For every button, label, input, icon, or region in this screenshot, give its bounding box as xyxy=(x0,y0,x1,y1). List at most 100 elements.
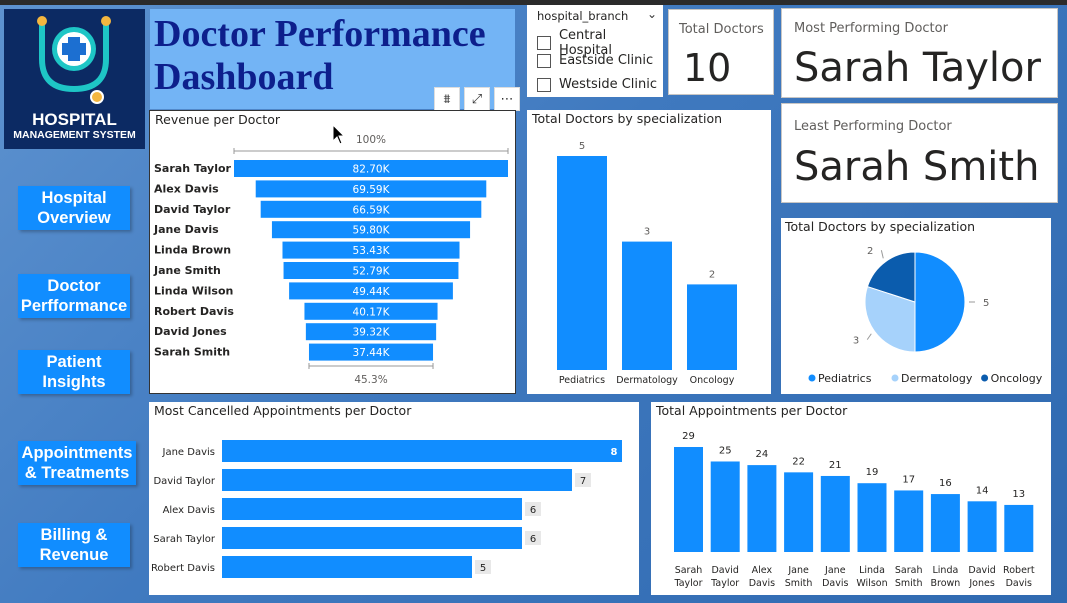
least-performing-card: Least Performing Doctor Sarah Smith xyxy=(781,103,1058,203)
appointments-category-label: Jane xyxy=(787,565,809,576)
slicer-item-eastside[interactable]: Eastside Clinic xyxy=(537,53,653,68)
funnel-data-label: 59.80K xyxy=(353,225,391,237)
pie-data-label: 3 xyxy=(853,336,859,347)
cancelled-category-label: David Taylor xyxy=(153,476,215,487)
nav-billing-revenue-button[interactable]: Billing & Revenue xyxy=(18,523,130,567)
specialization-bar-svg: 5 Pediatrics 3 Dermatology 2 Oncology xyxy=(557,141,737,386)
specialization-pie-svg: 5 3 2 Pediatrics Dermatology Oncology xyxy=(808,246,1043,385)
cancelled-category-label: Jane Davis xyxy=(162,447,215,458)
total-doctors-label: Total Doctors xyxy=(679,22,764,37)
slicer-title: hospital_branch xyxy=(537,9,629,23)
funnel-data-label: 49.44K xyxy=(353,286,391,298)
appointments-category-label: Robert xyxy=(1003,565,1035,576)
specialization-bar-card: Total Doctors by specialization 5 Pediatr… xyxy=(527,110,771,394)
spec-bar xyxy=(557,156,607,370)
funnel-data-label: 53.43K xyxy=(353,245,391,257)
appointments-category-label: Davis xyxy=(822,578,848,589)
cancelled-bar xyxy=(222,498,522,520)
spec-data-label: 3 xyxy=(644,227,650,238)
cancelled-category-label: Sarah Taylor xyxy=(153,534,216,545)
cancelled-bar xyxy=(222,527,522,549)
mouse-cursor-icon xyxy=(332,124,346,145)
nav-doctor-performance-button[interactable]: Doctor Perfformance xyxy=(18,274,130,318)
appointments-bar xyxy=(674,447,703,552)
filter-icon[interactable]: ⩩ xyxy=(434,87,460,111)
appointments-bar xyxy=(930,494,960,552)
cancelled-data-label: 6 xyxy=(530,534,536,545)
funnel-category-label: Sarah Taylor xyxy=(154,162,232,175)
appointments-data-label: 24 xyxy=(756,449,769,460)
spec-bar xyxy=(622,241,672,370)
appointments-category-label: Wilson xyxy=(856,578,887,589)
checkbox[interactable] xyxy=(537,77,551,92)
funnel-category-label: Linda Wilson xyxy=(154,284,233,297)
appointments-data-label: 22 xyxy=(792,456,805,467)
pie-leader xyxy=(866,333,872,340)
funnel-data-label: 66.59K xyxy=(353,204,391,216)
visual-header-icons: ⩩ ⤢ ⋯ xyxy=(434,87,520,111)
revenue-funnel-svg: 100% 82.70K Sarah Taylor 69.59K Alex Davis 66… xyxy=(153,134,509,386)
legend-dot xyxy=(981,374,989,382)
cancelled-category-label: Robert Davis xyxy=(151,563,215,574)
appointments-bar xyxy=(1004,504,1034,552)
logo-line2: MANAGEMENT SYSTEM xyxy=(13,129,136,141)
checkbox[interactable] xyxy=(537,36,551,50)
appointments-data-label: 29 xyxy=(682,431,695,442)
nav-patient-insights-button[interactable]: Patient Insights xyxy=(18,350,130,394)
checkbox[interactable] xyxy=(537,53,551,68)
legend-label: Dermatology xyxy=(901,372,973,385)
nav-hospital-overview-button[interactable]: Hospital Overview xyxy=(18,186,130,230)
appointments-bar xyxy=(747,465,777,552)
appointments-category-label: Smith xyxy=(785,578,813,589)
funnel-category-label: Linda Brown xyxy=(154,244,231,257)
funnel-category-label: Jane Davis xyxy=(153,223,219,236)
appointments-data-label: 14 xyxy=(976,485,989,496)
least-performing-value: Sarah Smith xyxy=(794,144,1040,190)
spec-category-label: Oncology xyxy=(690,375,735,386)
appointments-category-label: Linda xyxy=(932,565,958,576)
appointments-category-label: Alex xyxy=(752,565,773,576)
cancelled-bar xyxy=(222,440,622,462)
appointments-category-label: David xyxy=(968,565,995,576)
funnel-category-label: Alex Davis xyxy=(154,182,219,195)
appointments-bar xyxy=(894,490,924,552)
cancelled-bar-svg: Jane Davis 8 David Taylor 7 Alex Davis 6 Sarah… xyxy=(151,440,622,578)
total-doctors-value: 10 xyxy=(683,46,732,90)
branch-slicer: hospital_branch ⌄ Central Hospital Easts… xyxy=(527,5,663,97)
appointments-bar-svg: 29 Sarah Taylor 25 David Taylor 24 Alex Davis 22 J… xyxy=(673,431,1035,589)
logo-line1: HOSPITAL xyxy=(32,110,117,129)
chevron-down-icon[interactable]: ⌄ xyxy=(647,7,657,21)
total-doctors-card: Total Doctors 10 xyxy=(668,9,774,95)
appointments-bar xyxy=(857,483,887,552)
appointments-bar xyxy=(784,472,814,552)
appointments-category-label: Davis xyxy=(749,578,775,589)
spec-category-label: Pediatrics xyxy=(559,375,605,386)
least-performing-label: Least Performing Doctor xyxy=(794,119,952,134)
total-appointments-card: Total Appointments per Doctor 29 Sarah Tay… xyxy=(651,402,1051,595)
cancelled-appointments-card: Most Cancelled Appointments per Doctor J… xyxy=(149,402,639,595)
funnel-data-label: 37.44K xyxy=(353,347,391,359)
pie-leader xyxy=(880,250,884,259)
appointments-data-label: 16 xyxy=(939,478,952,489)
legend-label: Pediatrics xyxy=(818,372,872,385)
appointments-data-label: 17 xyxy=(902,474,915,485)
cancelled-data-label: 7 xyxy=(580,476,586,487)
appointments-category-label: Sarah xyxy=(895,565,923,576)
appointments-category-label: Taylor xyxy=(673,578,702,589)
focus-mode-icon[interactable]: ⤢ xyxy=(464,87,490,111)
funnel-category-label: Sarah Smith xyxy=(154,346,230,359)
specialization-pie-card: Total Doctors by specialization 5 3 2 Pedia… xyxy=(781,218,1051,394)
appointments-category-label: Jane xyxy=(824,565,846,576)
more-options-icon[interactable]: ⋯ xyxy=(494,87,520,111)
most-performing-value: Sarah Taylor xyxy=(794,45,1041,91)
slicer-item-westside[interactable]: Westside Clinic xyxy=(537,77,657,92)
appointments-category-label: Jones xyxy=(968,578,994,589)
spec-bar xyxy=(687,284,737,370)
nav-appointments-treatments-button[interactable]: Appointments & Treatments xyxy=(18,441,136,485)
appointments-bar xyxy=(820,475,850,552)
appointments-bar xyxy=(710,461,740,552)
cancelled-category-label: Alex Davis xyxy=(163,505,215,516)
funnel-category-label: David Taylor xyxy=(154,203,231,216)
appointments-data-label: 25 xyxy=(719,445,732,456)
appointments-data-label: 13 xyxy=(1012,489,1025,500)
